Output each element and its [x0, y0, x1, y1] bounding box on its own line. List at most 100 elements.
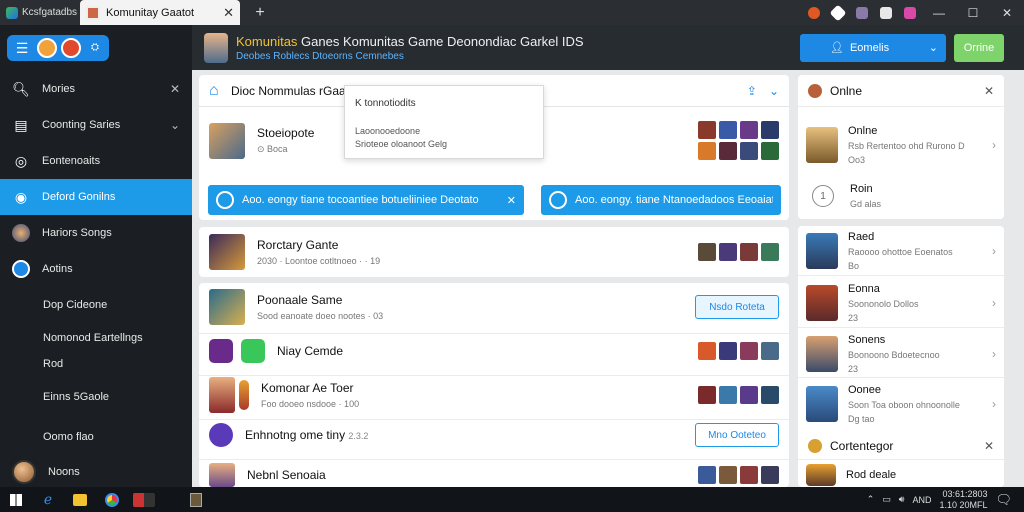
sidebar-item-aotins[interactable]: Aotins [0, 251, 192, 287]
primary-dropdown-button[interactable]: 👤︎ Eomelis ⌄ [800, 33, 946, 62]
member-name: Oonee [848, 384, 882, 396]
sidebar-item-eontenoaits[interactable]: ◎ Eontenoaits [0, 143, 192, 179]
game-row[interactable]: Komonar Ae Toer Foo dooeo nsdooe · 100 [199, 377, 789, 413]
promo-banner[interactable]: Aoo. eongy. tiane Ntanoedadoos Eeoaiatoe [541, 185, 781, 215]
suggestion-dropdown: K tonnotiodits Laoonooedoone Srioteoe ol… [344, 85, 544, 159]
extension-profile-icon[interactable] [850, 0, 874, 25]
member-list-item[interactable]: Oonee Soon Toa oboon ohnoonolle Dg tao › [798, 384, 1004, 424]
hamburger-menu-icon[interactable]: ☰ [11, 38, 33, 58]
game-gallery[interactable] [698, 386, 779, 404]
online-status-icon [808, 83, 822, 98]
online-list-item[interactable]: Onlne Rsb Rertentoo ohd Rurono D Oo3 › [798, 125, 1004, 165]
chevron-down-icon[interactable]: ⌄ [769, 84, 779, 98]
member-list-item[interactable]: Raed Raoooo ohottoe Eoenatos Bo › [798, 231, 1004, 271]
game-row[interactable]: Nebnl Senoaia [199, 463, 789, 487]
game-gallery[interactable] [698, 342, 779, 360]
close-window-button[interactable]: ✕ [990, 0, 1024, 25]
extension-star-icon[interactable] [826, 0, 850, 25]
game-row[interactable]: Rorctary Gante 2030 · Loontoe cotltnoeo … [199, 234, 789, 270]
quick-game-icon[interactable]: ⛭ [85, 38, 105, 58]
browser-tab[interactable]: Komunitay Gaatot ✕ [80, 0, 240, 25]
folder-icon[interactable] [64, 487, 96, 512]
chevron-right-icon[interactable]: › [992, 296, 996, 310]
clock[interactable]: 03:61:2803 1.10 20MFL [939, 489, 987, 511]
close-icon[interactable]: ✕ [507, 194, 516, 207]
browser-icon[interactable]: ℯ [32, 487, 64, 512]
person-icon: 👤︎ [830, 42, 844, 54]
sidebar-item-label: Deford Gonilns [42, 191, 116, 203]
volume-icon[interactable]: 🔊︎ [899, 494, 905, 505]
sidebar-item-label: Eontenoaits [42, 155, 101, 167]
close-icon[interactable]: ✕ [984, 439, 994, 453]
minimize-button[interactable]: — [922, 0, 956, 25]
quick-fire-icon[interactable] [61, 38, 81, 58]
sidebar-item-rod[interactable]: Rod [0, 353, 192, 375]
member-name: Roin [850, 183, 873, 195]
game-action-button[interactable]: Mno Ooteteo [695, 423, 779, 447]
search-icon: 🔍︎ [12, 80, 30, 97]
chevron-right-icon[interactable]: › [992, 347, 996, 361]
network-icon[interactable]: ▭ [882, 494, 891, 505]
member-list-item[interactable]: Eonna Soononolo Dollos 23 › [798, 283, 1004, 323]
sidebar-item-coonting-saries[interactable]: ▤ Coonting Saries ⌄ [0, 107, 192, 143]
row-divider [798, 327, 1004, 328]
sidebar-item-mories[interactable]: 🔍︎ Mories ✕ [0, 71, 192, 107]
member-meta: Raoooo ohottoe Eoenatos [848, 247, 953, 257]
chevron-right-icon[interactable]: › [992, 397, 996, 411]
category-item-icon [806, 464, 836, 486]
game-thumbnail [209, 463, 235, 487]
sidebar-item-dop-cideone[interactable]: Dop Cideone [0, 287, 192, 323]
dropdown-item[interactable]: K tonnotiodits [355, 98, 533, 109]
game-gallery[interactable] [698, 466, 779, 484]
member-avatar [806, 127, 838, 163]
sidebar-item-nomonod-eartellngs[interactable]: Nomonod Eartellngs [0, 323, 192, 353]
share-icon[interactable]: ⇪ [747, 84, 757, 98]
tab-close-icon[interactable]: ✕ [223, 5, 234, 21]
sidebar-item-einns-gaole[interactable]: Einns 5Gaole [0, 375, 192, 419]
app-label-text: Kcsfgatadbs [22, 7, 78, 18]
extension-book-icon[interactable] [874, 0, 898, 25]
game-row[interactable]: Niay Cemde [199, 339, 789, 363]
extension-puzzle-icon[interactable] [898, 0, 922, 25]
media-icon[interactable] [128, 487, 160, 512]
promo-banner[interactable]: Aoo. eongy tiane tocoantiee botueliiniee… [208, 185, 524, 215]
chevron-right-icon[interactable]: › [992, 244, 996, 258]
game-action-button[interactable]: Nsdo Roteta [695, 295, 779, 319]
chrome-icon[interactable] [96, 487, 128, 512]
extension-fire-icon[interactable] [802, 0, 826, 25]
online-list-item[interactable]: 1 Roin Gd alas [798, 183, 1004, 209]
sidebar-item-hariors-songs[interactable]: Hariors Songs [0, 215, 192, 251]
app-window-icon[interactable] [180, 487, 212, 512]
close-icon[interactable]: ✕ [984, 84, 994, 98]
promo-banner-text: Aoo. eongy. tiane Ntanoedadoos Eeoaiatoe [575, 194, 773, 206]
app-label[interactable]: Kcsfgatadbs [0, 0, 80, 25]
chevron-right-icon[interactable]: › [992, 138, 996, 152]
dropdown-item[interactable]: Laoonooedoone Srioteoe oloanoot Gelg [355, 125, 533, 151]
quick-avatar-icon[interactable] [37, 38, 57, 58]
chevron-up-icon[interactable]: ⌃ [867, 494, 875, 505]
online-button[interactable]: Orrine [954, 33, 1004, 62]
category-list-item[interactable]: Rod deale [798, 464, 1004, 486]
sidebar-item-oomo-flao[interactable]: Oomo flao [0, 419, 192, 455]
game-gallery[interactable] [698, 243, 779, 261]
row-divider [199, 419, 789, 420]
sidebar-item-label: Rod [43, 358, 64, 370]
close-icon[interactable]: ✕ [170, 82, 180, 96]
notifications-icon[interactable]: 🗨︎ [995, 492, 1012, 508]
member-list-item[interactable]: Sonens Boonoono Bdoetecnoo 23 › [798, 334, 1004, 374]
chevron-down-icon[interactable]: ⌄ [170, 118, 180, 132]
game-card: Rorctary Gante 2030 · Loontoe cotltnoeo … [199, 227, 789, 277]
game-row[interactable]: Enhnotng ome tiny 2.3.2 Mno Ooteteo [199, 423, 789, 447]
sidebar-item-noons[interactable]: Noons [0, 455, 192, 489]
sidebar-item-label: Einns 5Gaole [43, 391, 110, 403]
page-subtitle[interactable]: Deobes Roblecs Dtoeorns Cemnebes [236, 51, 584, 62]
home-icon[interactable]: ⌂ [209, 82, 231, 100]
game-gallery[interactable] [698, 121, 779, 160]
tray-language[interactable]: AND [912, 495, 931, 505]
new-tab-button[interactable]: + [240, 4, 280, 22]
start-menu-icon[interactable] [0, 487, 32, 512]
maximize-button[interactable]: ☐ [956, 0, 990, 25]
app-icon [209, 423, 233, 447]
sidebar-item-deford-gonilns[interactable]: ◉ Deford Gonilns [0, 179, 200, 215]
game-row[interactable]: Poonaale Same Sood eanoate doeo nootes ·… [199, 289, 789, 325]
